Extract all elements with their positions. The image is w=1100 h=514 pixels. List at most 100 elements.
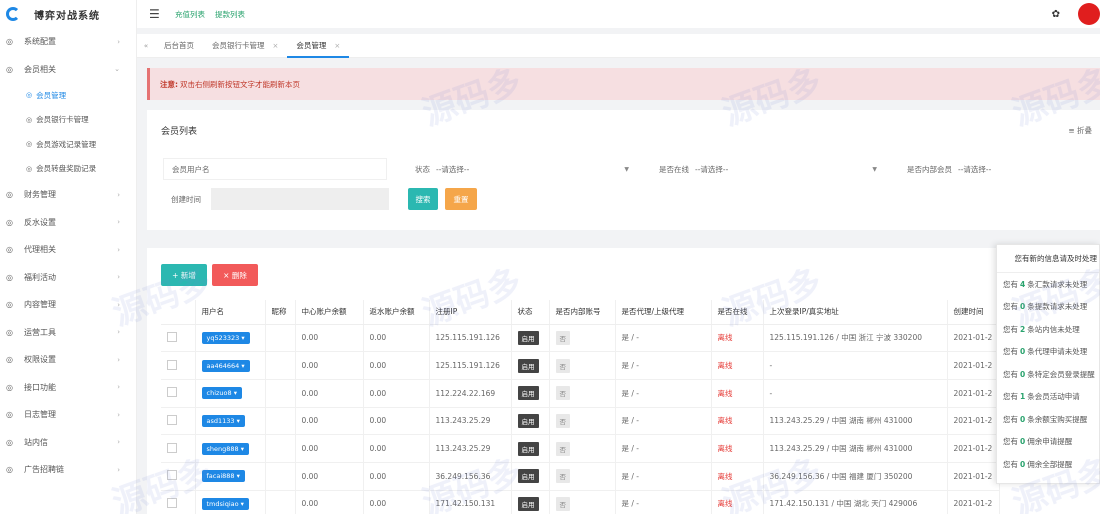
- add-button[interactable]: + 新增: [161, 264, 207, 286]
- status-badge[interactable]: 启用: [517, 413, 539, 428]
- username-dropdown[interactable]: facai888 ▾: [201, 470, 245, 483]
- notification-item[interactable]: 您有 2 条站内信未处理: [997, 318, 1099, 341]
- tabs-scroll-left-icon[interactable]: «: [137, 42, 155, 50]
- table-row[interactable]: tmdsiqiao ▾ 0.00 0.00 171.42.150.131 启用否是 / …: [161, 490, 1000, 514]
- notification-item[interactable]: 您有 0 条特定会员登录提醒: [997, 363, 1099, 386]
- notification-prefix: 您有: [1003, 369, 1018, 379]
- search-button[interactable]: 搜索: [408, 188, 438, 210]
- status-select[interactable]: 状态 --请选择-- ▼: [407, 158, 635, 180]
- username-dropdown[interactable]: asd1133 ▾: [201, 414, 245, 427]
- created-time-input[interactable]: [211, 188, 389, 210]
- col-header[interactable]: 是否内部账号: [549, 300, 616, 325]
- reset-button[interactable]: 重置: [445, 188, 477, 210]
- col-header[interactable]: 是否代理/上级代理: [615, 300, 712, 325]
- notification-item[interactable]: 您有 0 佣余全部提醒: [997, 453, 1099, 476]
- collapse-button[interactable]: ≡ 折叠: [1068, 125, 1092, 136]
- col-header[interactable]: 返水账户余额: [363, 300, 430, 325]
- table-row[interactable]: yq523323 ▾ 0.00 0.00 125.115.191.126 启用否是 / …: [161, 324, 1000, 353]
- row-checkbox[interactable]: [167, 470, 177, 481]
- internal-badge[interactable]: 否: [555, 358, 570, 373]
- tab-bank-card[interactable]: 会员银行卡管理 ×: [203, 34, 287, 58]
- row-checkbox[interactable]: [167, 359, 177, 370]
- status-badge[interactable]: 启用: [517, 496, 539, 511]
- col-header[interactable]: 状态: [511, 300, 550, 325]
- sidebar-item[interactable]: ◎ 广告招聘链 ›: [0, 456, 136, 484]
- sidebar-item[interactable]: ◎ 站内信 ›: [0, 429, 136, 457]
- logo[interactable]: 博弈对战系统: [0, 0, 136, 28]
- close-icon[interactable]: ×: [273, 42, 279, 50]
- notification-count: 4: [1020, 279, 1026, 289]
- status-badge[interactable]: 启用: [517, 330, 539, 345]
- menu-toggle-icon[interactable]: ☰: [149, 7, 165, 21]
- col-header[interactable]: 上次登录IP/真实地址: [763, 300, 948, 325]
- row-checkbox[interactable]: [167, 414, 177, 425]
- status-label: 状态: [415, 164, 430, 174]
- sidebar-subitem[interactable]: ◎ 会员管理: [0, 83, 136, 108]
- sidebar-item[interactable]: ◎ 接口功能 ›: [0, 374, 136, 402]
- col-header[interactable]: 昵称: [265, 300, 296, 325]
- col-header[interactable]: 注册IP: [429, 300, 512, 325]
- notification-prefix: 您有: [1003, 414, 1018, 424]
- notification-item[interactable]: 您有 0 条提款请求未处理: [997, 296, 1099, 319]
- sidebar-subitem[interactable]: ◎ 会员游戏记录管理: [0, 132, 136, 157]
- select-all-header[interactable]: [161, 300, 196, 325]
- internal-badge[interactable]: 否: [555, 386, 570, 401]
- internal-badge[interactable]: 否: [555, 441, 570, 456]
- table-row[interactable]: chizuo8 ▾ 0.00 0.00 112.224.22.169 启用否是 / -离…: [161, 379, 1000, 408]
- row-checkbox[interactable]: [167, 331, 177, 342]
- sidebar-item[interactable]: ◎ 反水设置 ›: [0, 209, 136, 237]
- notification-item[interactable]: 您有 1 条会员活动申请: [997, 386, 1099, 409]
- username-field[interactable]: 会员用户名: [163, 158, 387, 180]
- sidebar-item[interactable]: ◎ 内容管理 ›: [0, 291, 136, 319]
- status-badge[interactable]: 启用: [517, 441, 539, 456]
- row-checkbox[interactable]: [167, 387, 177, 398]
- status-badge[interactable]: 启用: [517, 358, 539, 373]
- notification-item[interactable]: 您有 4 条汇款请求未处理: [997, 273, 1099, 296]
- created-time-field[interactable]: 创建时间: [163, 188, 389, 210]
- notification-item[interactable]: 您有 0 佣余申请提醒: [997, 431, 1099, 454]
- col-header[interactable]: 用户名: [195, 300, 266, 325]
- col-header[interactable]: 创建时间: [947, 300, 1000, 325]
- withdraw-list-link[interactable]: 提款列表: [215, 9, 245, 20]
- username-dropdown[interactable]: aa464664 ▾: [201, 359, 250, 372]
- username-dropdown[interactable]: sheng888 ▾: [201, 442, 249, 455]
- notification-item[interactable]: 您有 0 条余额宝购买提醒: [997, 408, 1099, 431]
- username-dropdown[interactable]: yq523323 ▾: [201, 331, 250, 344]
- tab-home[interactable]: 后台首页: [155, 34, 203, 58]
- theme-icon[interactable]: ✿: [1052, 9, 1060, 20]
- internal-badge[interactable]: 否: [555, 413, 570, 428]
- row-checkbox[interactable]: [167, 442, 177, 453]
- sidebar-item[interactable]: ◎ 代理相关 ›: [0, 236, 136, 264]
- sidebar-item[interactable]: ◎ 日志管理 ›: [0, 401, 136, 429]
- sidebar-subitem[interactable]: ◎ 会员转盘奖励记录: [0, 157, 136, 182]
- sidebar-subitem[interactable]: ◎ 会员银行卡管理: [0, 108, 136, 133]
- close-icon[interactable]: ×: [334, 42, 340, 50]
- sidebar-item[interactable]: ◎ 权限设置 ›: [0, 346, 136, 374]
- sidebar-item[interactable]: ◎ 运营工具 ›: [0, 319, 136, 347]
- table-row[interactable]: sheng888 ▾ 0.00 0.00 113.243.25.29 启用否是 / -离…: [161, 434, 1000, 463]
- username-dropdown[interactable]: tmdsiqiao ▾: [201, 497, 249, 510]
- table-row[interactable]: aa464664 ▾ 0.00 0.00 125.115.191.126 启用否是 / …: [161, 351, 1000, 380]
- row-checkbox[interactable]: [167, 497, 177, 508]
- username-dropdown[interactable]: chizuo8 ▾: [201, 387, 242, 400]
- online-select[interactable]: 是否在线 --请选择-- ▼: [651, 158, 883, 180]
- internal-badge[interactable]: 否: [555, 330, 570, 345]
- sidebar-item[interactable]: ◎ 财务管理 ›: [0, 181, 136, 209]
- col-header[interactable]: 是否在线: [711, 300, 764, 325]
- status-badge[interactable]: 启用: [517, 469, 539, 484]
- delete-button[interactable]: × 删除: [212, 264, 258, 286]
- sidebar-item[interactable]: ◎ 系统配置 ›: [0, 28, 136, 56]
- internal-badge[interactable]: 否: [555, 469, 570, 484]
- recharge-list-link[interactable]: 充值列表: [175, 9, 205, 20]
- avatar[interactable]: [1078, 3, 1100, 25]
- tab-member-manage[interactable]: 会员管理 ×: [287, 34, 350, 58]
- table-row[interactable]: asd1133 ▾ 0.00 0.00 113.243.25.29 启用否是 / - 离线…: [161, 407, 1000, 436]
- table-row[interactable]: facai888 ▾ 0.00 0.00 36.249.156.36 启用否是 / -离…: [161, 462, 1000, 491]
- status-badge[interactable]: 启用: [517, 386, 539, 401]
- internal-badge[interactable]: 否: [555, 496, 570, 511]
- notification-item[interactable]: 您有 0 条代理申请未处理: [997, 341, 1099, 364]
- sidebar-item[interactable]: ◎ 会员相关 ⌄: [0, 56, 136, 84]
- col-header[interactable]: 中心账户余额: [295, 300, 364, 325]
- sidebar-item[interactable]: ◎ 福利活动 ›: [0, 264, 136, 292]
- internal-member-select[interactable]: 是否内部会员 --请选择--: [899, 158, 1100, 180]
